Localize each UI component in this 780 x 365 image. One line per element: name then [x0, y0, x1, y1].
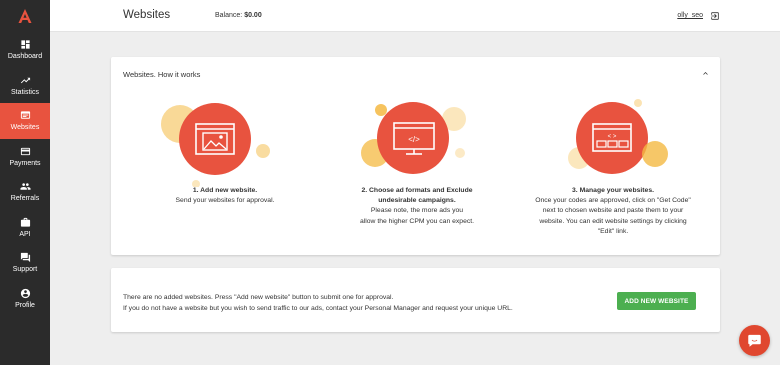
add-new-website-button[interactable]: ADD NEW WEBSITE — [617, 292, 696, 310]
sidebar-item-support[interactable]: Support — [0, 245, 50, 281]
chat-bubble-icon — [748, 334, 761, 347]
top-bar: Websites Balance: $0.00 olly_seo — [50, 0, 780, 32]
step-2-body: Please note, the more ads you allow the … — [359, 207, 475, 225]
dashboard-icon — [20, 40, 30, 49]
sidebar-item-profile[interactable]: Profile — [0, 281, 50, 317]
logo[interactable] — [0, 0, 50, 32]
step-2-illustration: </> — [358, 97, 478, 187]
step-3-illustration: < > — [554, 97, 674, 187]
sidebar-item-label: Dashboard — [7, 53, 43, 61]
empty-state-message: There are no added websites. Press "Add … — [123, 292, 513, 314]
sidebar-item-label: API — [19, 230, 31, 238]
sidebar-item-statistics[interactable]: Statistics — [0, 68, 50, 104]
svg-text:< >: < > — [608, 134, 617, 140]
sidebar-item-referrals[interactable]: Referrals — [0, 174, 50, 210]
chat-icon — [20, 253, 30, 263]
balance-value: $0.00 — [244, 12, 262, 19]
sidebar-item-label: Payments — [9, 159, 41, 167]
account-icon — [20, 288, 30, 298]
step-1-text: 1. Add new website. Send your websites f… — [135, 186, 315, 206]
credit-card-icon — [20, 147, 30, 155]
how-it-works-card: Websites. How it works 1. Add new websit… — [111, 57, 720, 255]
sidebar-item-api[interactable]: API — [0, 210, 50, 246]
step-3-text: 3. Manage your websites. Once your codes… — [523, 186, 703, 237]
how-it-works-title: Websites. How it works — [123, 70, 201, 79]
trend-chart-icon — [20, 77, 30, 83]
sidebar-item-label: Websites — [10, 124, 40, 132]
logout-icon — [711, 12, 719, 20]
empty-state-line-2: If you do not have a website but you wis… — [123, 305, 513, 312]
sidebar: Dashboard Statistics Websites Payments R… — [0, 0, 50, 365]
websites-empty-state-card: There are no added websites. Press "Add … — [111, 268, 720, 332]
balance-label: Balance: — [215, 12, 243, 19]
balance: Balance: $0.00 — [215, 12, 262, 19]
a-logo-icon — [18, 9, 32, 23]
step-3-body: Once your codes are approved, click on "… — [535, 197, 691, 235]
collapse-toggle[interactable] — [701, 69, 710, 78]
step-3-title: 3. Manage your websites. — [572, 187, 654, 194]
svg-text:</>: </> — [408, 135, 420, 144]
briefcase-icon — [20, 217, 30, 227]
logout-button[interactable] — [710, 11, 720, 21]
sidebar-item-payments[interactable]: Payments — [0, 139, 50, 175]
empty-state-line-1: There are no added websites. Press "Add … — [123, 294, 394, 301]
sidebar-item-label: Statistics — [10, 88, 39, 96]
step-1-body: Send your websites for approval. — [175, 197, 275, 205]
step-1-title: 1. Add new website. — [192, 187, 258, 194]
sidebar-item-label: Profile — [15, 301, 35, 309]
username-link[interactable]: olly_seo — [677, 12, 703, 19]
sidebar-item-websites[interactable]: Websites — [0, 103, 50, 139]
people-icon — [19, 183, 31, 190]
step-2-title: 2. Choose ad formats and Exclude undesir… — [361, 187, 473, 205]
website-icon — [20, 111, 30, 119]
sidebar-item-dashboard[interactable]: Dashboard — [0, 32, 50, 68]
page-title: Websites — [123, 9, 171, 21]
sidebar-item-label: Referrals — [10, 195, 40, 203]
chat-widget-button[interactable] — [739, 325, 770, 356]
step-2-text: 2. Choose ad formats and Exclude undesir… — [327, 186, 507, 227]
step-1-illustration — [158, 97, 278, 188]
sidebar-item-label: Support — [12, 266, 38, 274]
chevron-up-icon — [703, 72, 708, 75]
